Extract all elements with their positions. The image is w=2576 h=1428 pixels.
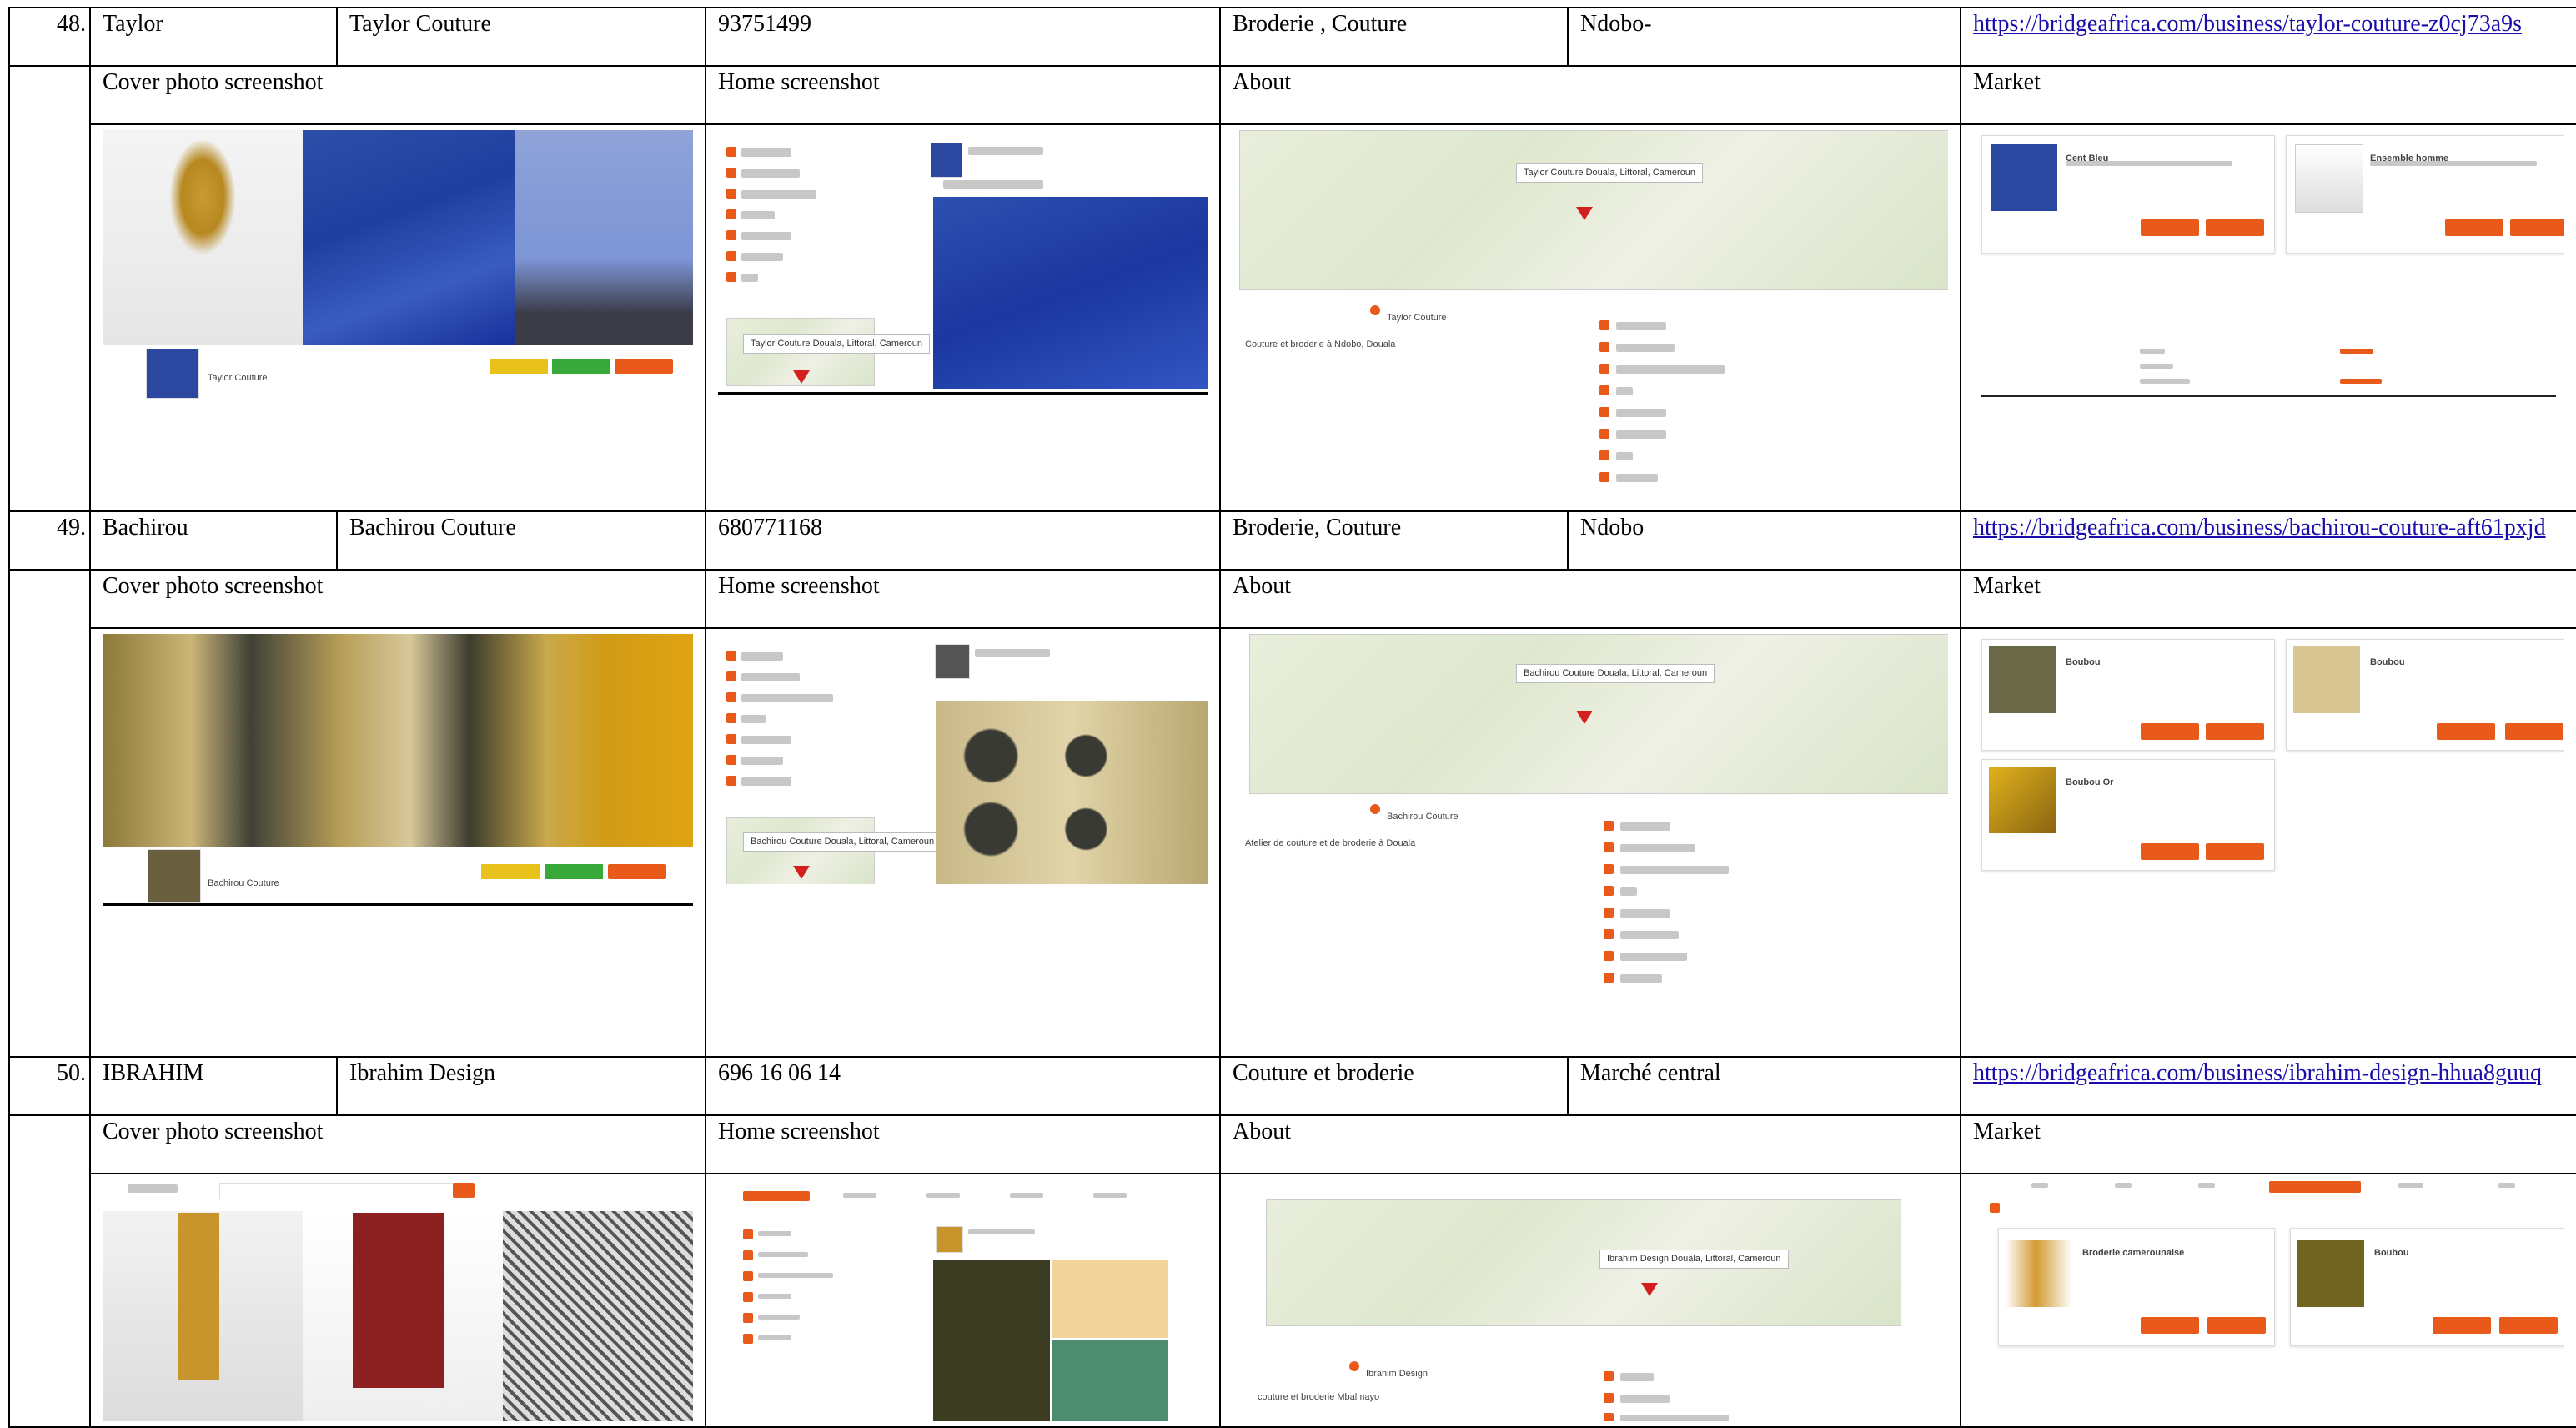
map-callout: Bachirou Couture Douala, Littoral, Camer…	[743, 832, 942, 852]
about-screenshot: Taylor Couture Douala, Littoral, Camerou…	[1219, 123, 1961, 512]
phone-number: 680771168	[705, 510, 1221, 571]
buy-now-button[interactable]	[2141, 1317, 2199, 1334]
business-name: Bachirou Couture	[336, 510, 706, 571]
add-to-cart-button[interactable]	[2206, 723, 2264, 740]
phone-number: 93751499	[705, 7, 1221, 67]
about-screenshot: Ibrahim Design Douala, Littoral, Camerou…	[1219, 1173, 1961, 1428]
owner-name: Taylor	[89, 7, 338, 67]
market-item-title: Boubou Or	[2066, 777, 2114, 787]
add-to-cart-button[interactable]	[2207, 1317, 2266, 1334]
table-row: 50. IBRAHIM Ibrahim Design 696 16 06 14 …	[8, 1056, 2576, 1116]
map-callout: Taylor Couture Douala, Littoral, Camerou…	[743, 334, 931, 354]
add-to-cart-button[interactable]	[2510, 219, 2564, 236]
business-link[interactable]: https://bridgeafrica.com/business/ibrahi…	[1973, 1060, 2542, 1086]
business-name: Ibrahim Design	[336, 1056, 706, 1116]
market-label: Market	[1960, 1114, 2576, 1174]
cover-screenshot: Bachirou Couture	[89, 627, 706, 1058]
map-callout: Ibrahim Design Douala, Littoral, Camerou…	[1599, 1250, 1789, 1269]
home-screenshot: Bachirou Couture Douala, Littoral, Camer…	[705, 627, 1221, 1058]
table-row: Cover photo screenshot Home screenshot A…	[8, 1114, 2576, 1428]
cover-screenshot: Taylor Couture	[89, 123, 706, 512]
about-description: Couture et broderie à Ndobo, Douala	[1245, 339, 1396, 349]
table-row: Cover photo screenshot Home screenshot A…	[8, 569, 2576, 1058]
row-number: 48.	[8, 7, 91, 67]
owner-name: IBRAHIM	[89, 1056, 338, 1116]
business-link[interactable]: https://bridgeafrica.com/business/taylor…	[1973, 11, 2522, 37]
market-item-title: Boubou	[2374, 1248, 2409, 1258]
market-screenshot: Cent Bleu Ensemble homme	[1960, 123, 2576, 512]
cover-label: Cover photo screenshot	[89, 1114, 706, 1174]
market-item-title: Ensemble homme	[2370, 153, 2449, 163]
map-callout: Bachirou Couture Douala, Littoral, Camer…	[1516, 664, 1715, 683]
about-description: couture et broderie Mbalmayo	[1258, 1392, 1380, 1402]
table-row: Cover photo screenshot Home screenshot A…	[8, 65, 2576, 512]
table-row: Taylor Couture Taylor Couture Douala, Li…	[9, 123, 2576, 512]
market-screenshot: Broderie camerounaise Boubou	[1960, 1173, 2576, 1428]
location: Ndobo-	[1567, 7, 1961, 67]
add-to-cart-button[interactable]	[2206, 219, 2264, 236]
phone-number: 696 16 06 14	[705, 1056, 1221, 1116]
cover-profile-name: Taylor Couture	[208, 373, 268, 383]
business-link[interactable]: https://bridgeafrica.com/business/bachir…	[1973, 515, 2546, 541]
cover-label: Cover photo screenshot	[89, 569, 706, 629]
market-item-title: Boubou	[2370, 657, 2405, 667]
table-row: Ibrahim Design Douala, Littoral, Camerou…	[9, 1173, 2576, 1428]
buy-now-button[interactable]	[2433, 1317, 2491, 1334]
location: Marché central	[1567, 1056, 1961, 1116]
location: Ndobo	[1567, 510, 1961, 571]
owner-name: Bachirou	[89, 510, 338, 571]
table-row: 48. Taylor Taylor Couture 93751499 Brode…	[8, 7, 2576, 67]
add-to-cart-button[interactable]	[2206, 843, 2264, 860]
map-callout: Taylor Couture Douala, Littoral, Camerou…	[1516, 163, 1704, 183]
about-label: About	[1219, 1114, 1961, 1174]
about-business-name: Taylor Couture	[1387, 313, 1447, 323]
market-label: Market	[1960, 569, 2576, 629]
cover-screenshot	[89, 1173, 706, 1428]
add-to-cart-button[interactable]	[2505, 723, 2563, 740]
activity: Couture et broderie	[1219, 1056, 1569, 1116]
about-label: About	[1219, 65, 1961, 125]
table-row: 49. Bachirou Bachirou Couture 680771168 …	[8, 510, 2576, 571]
home-label: Home screenshot	[705, 65, 1221, 125]
about-screenshot: Bachirou Couture Douala, Littoral, Camer…	[1219, 627, 1961, 1058]
home-screenshot	[705, 1173, 1221, 1428]
about-business-name: Bachirou Couture	[1387, 812, 1459, 822]
cover-label: Cover photo screenshot	[89, 65, 706, 125]
business-table: 48. Taylor Taylor Couture 93751499 Brode…	[8, 7, 2576, 1428]
row-number: 50.	[8, 1056, 91, 1116]
home-screenshot: Taylor Couture Douala, Littoral, Camerou…	[705, 123, 1221, 512]
buy-now-button[interactable]	[2141, 843, 2199, 860]
table-row: Bachirou Couture Bachirou Couture Douala…	[9, 627, 2576, 1058]
cover-profile-name: Bachirou Couture	[208, 878, 279, 888]
market-item-title: Cent Bleu	[2066, 153, 2109, 163]
about-label: About	[1219, 569, 1961, 629]
market-item-title: Boubou	[2066, 657, 2101, 667]
add-to-cart-button[interactable]	[2499, 1317, 2558, 1334]
home-label: Home screenshot	[705, 569, 1221, 629]
about-description: Atelier de couture et de broderie à Doua…	[1245, 838, 1416, 848]
buy-now-button[interactable]	[2437, 723, 2495, 740]
market-label: Market	[1960, 65, 2576, 125]
home-label: Home screenshot	[705, 1114, 1221, 1174]
buy-now-button[interactable]	[2445, 219, 2503, 236]
market-item-title: Broderie camerounaise	[2082, 1248, 2185, 1258]
business-name: Taylor Couture	[336, 7, 706, 67]
row-number: 49.	[8, 510, 91, 571]
buy-now-button[interactable]	[2141, 723, 2199, 740]
activity: Broderie , Couture	[1219, 7, 1569, 67]
buy-now-button[interactable]	[2141, 219, 2199, 236]
market-screenshot: Boubou Boubou Boubou Or	[1960, 627, 2576, 1058]
activity: Broderie, Couture	[1219, 510, 1569, 571]
